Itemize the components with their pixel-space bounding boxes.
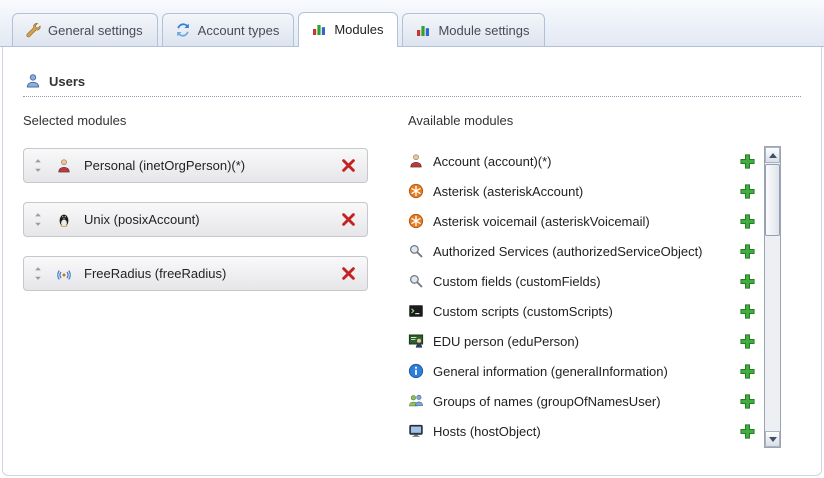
add-module-button[interactable] [739, 183, 756, 200]
available-module-row: Asterisk voicemail (asteriskVoicemail) [408, 206, 756, 236]
available-module-row: General information (generalInformation) [408, 356, 756, 386]
available-module-row: Authorized Services (authorizedServiceOb… [408, 236, 756, 266]
available-module-row: Groups of names (groupOfNamesUser) [408, 386, 756, 416]
available-module-row: Custom scripts (customScripts) [408, 296, 756, 326]
terminal-icon [408, 303, 424, 319]
add-module-button[interactable] [739, 363, 756, 380]
available-modules-list: Account (account)(*) Asterisk (asteriskA… [408, 146, 756, 448]
group-icon [408, 393, 424, 409]
scrollbar[interactable] [764, 146, 781, 448]
person-icon [408, 153, 424, 169]
modules-icon [415, 22, 431, 38]
users-icon [25, 73, 41, 89]
drag-icon[interactable] [32, 212, 44, 227]
add-module-button[interactable] [739, 423, 756, 440]
scroll-down-button[interactable] [765, 431, 780, 447]
tab-strip: General settings Account types Modules M… [0, 0, 824, 47]
scrollbar-track[interactable] [765, 163, 780, 431]
asterisk-icon [408, 183, 424, 199]
users-section-header: Users [23, 73, 801, 97]
module-label: Custom scripts (customScripts) [433, 304, 613, 319]
module-label: Hosts (hostObject) [433, 424, 541, 439]
selected-module-row: Personal (inetOrgPerson)(*) [23, 148, 368, 183]
add-module-button[interactable] [739, 303, 756, 320]
remove-module-button[interactable] [340, 157, 357, 174]
person-icon [56, 158, 72, 174]
magnifier-icon [408, 243, 424, 259]
antenna-icon [56, 266, 72, 282]
tab-label: Modules [334, 22, 383, 37]
scrollbar-thumb[interactable] [765, 164, 780, 236]
available-module-row: Asterisk (asteriskAccount) [408, 176, 756, 206]
remove-module-button[interactable] [340, 265, 357, 282]
remove-module-button[interactable] [340, 211, 357, 228]
tab-modules[interactable]: Modules [298, 12, 398, 47]
tab-label: Module settings [438, 23, 529, 38]
available-modules-heading: Available modules [408, 113, 803, 128]
magnifier-icon [408, 273, 424, 289]
tab-label: Account types [198, 23, 280, 38]
tools-icon [25, 22, 41, 38]
selected-module-row: FreeRadius (freeRadius) [23, 256, 368, 291]
selected-modules-heading: Selected modules [23, 113, 368, 128]
module-label: Authorized Services (authorizedServiceOb… [433, 244, 703, 259]
tux-icon [56, 212, 72, 228]
module-label: Personal (inetOrgPerson)(*) [84, 158, 245, 173]
arrow-down-icon [769, 437, 777, 442]
selected-module-row: Unix (posixAccount) [23, 202, 368, 237]
module-label: Groups of names (groupOfNamesUser) [433, 394, 661, 409]
module-label: Account (account)(*) [433, 154, 552, 169]
selected-modules-list: Personal (inetOrgPerson)(*) Unix (posixA… [23, 148, 368, 291]
sync-icon [175, 22, 191, 38]
info-icon [408, 363, 424, 379]
add-module-button[interactable] [739, 393, 756, 410]
module-label: EDU person (eduPerson) [433, 334, 579, 349]
modules-panel: Users Selected modules Personal (inetOrg… [2, 47, 822, 476]
module-label: Asterisk voicemail (asteriskVoicemail) [433, 214, 650, 229]
tab-account-types[interactable]: Account types [162, 13, 295, 46]
host-icon [408, 423, 424, 439]
module-label: FreeRadius (freeRadius) [84, 266, 226, 281]
available-module-row: EDU person (eduPerson) [408, 326, 756, 356]
add-module-button[interactable] [739, 273, 756, 290]
tab-label: General settings [48, 23, 143, 38]
modules-icon [311, 21, 327, 37]
edu-person-icon [408, 333, 424, 349]
add-module-button[interactable] [739, 333, 756, 350]
available-module-row: Account (account)(*) [408, 146, 756, 176]
module-label: General information (generalInformation) [433, 364, 668, 379]
arrow-up-icon [769, 153, 777, 158]
module-label: Asterisk (asteriskAccount) [433, 184, 583, 199]
scroll-up-button[interactable] [765, 147, 780, 163]
drag-icon[interactable] [32, 266, 44, 281]
add-module-button[interactable] [739, 213, 756, 230]
tab-module-settings[interactable]: Module settings [402, 13, 544, 46]
available-module-row: Custom fields (customFields) [408, 266, 756, 296]
module-label: Custom fields (customFields) [433, 274, 601, 289]
section-title: Users [49, 74, 85, 89]
module-label: Unix (posixAccount) [84, 212, 200, 227]
asterisk-icon [408, 213, 424, 229]
drag-icon[interactable] [32, 158, 44, 173]
add-module-button[interactable] [739, 243, 756, 260]
add-module-button[interactable] [739, 153, 756, 170]
available-module-row: Hosts (hostObject) [408, 416, 756, 446]
tab-general-settings[interactable]: General settings [12, 13, 158, 46]
